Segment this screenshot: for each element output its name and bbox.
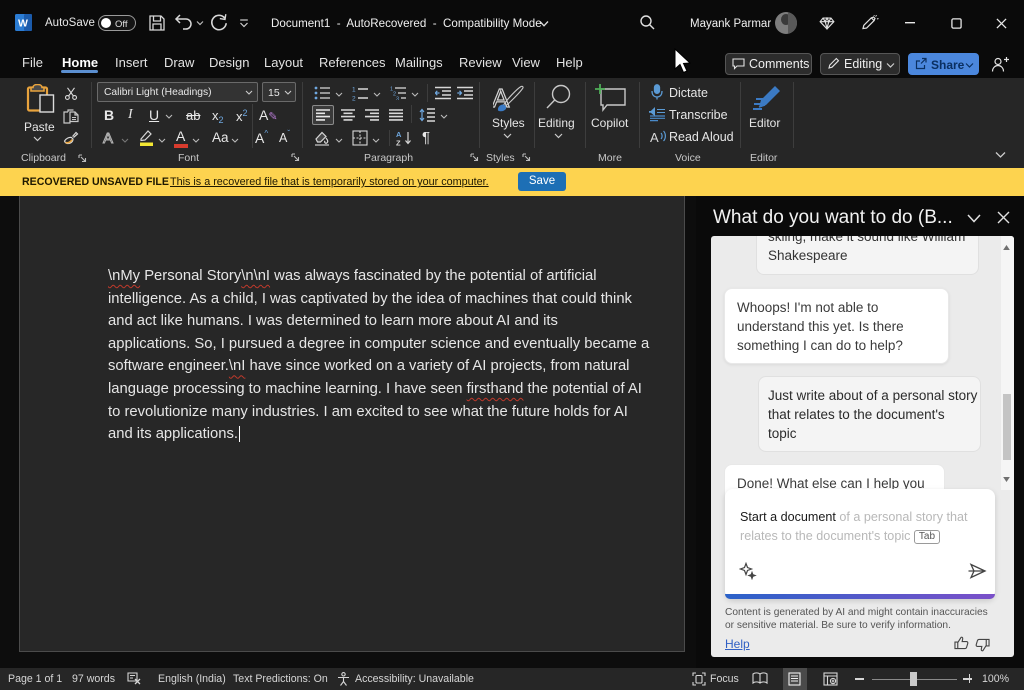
svg-text:A: A (650, 130, 659, 145)
svg-text:W: W (18, 18, 28, 30)
svg-text:3: 3 (396, 97, 399, 101)
svg-text:1: 1 (352, 87, 356, 94)
svg-text:Z: Z (396, 139, 401, 147)
svg-text:2: 2 (352, 96, 356, 102)
